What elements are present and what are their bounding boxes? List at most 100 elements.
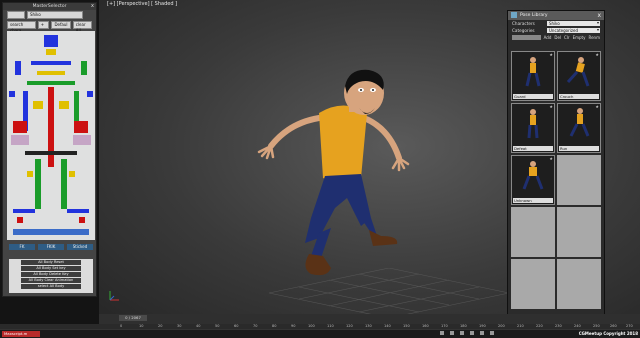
orbit-icon[interactable] [490, 331, 494, 335]
add-button[interactable]: + [37, 21, 50, 29]
tick-label: 240 [574, 324, 581, 328]
favorite-icon[interactable]: ★ [595, 104, 599, 109]
tick-label: 50 [215, 324, 220, 328]
play-icon[interactable] [440, 331, 444, 335]
tick-label: 200 [498, 324, 505, 328]
add-button[interactable]: Add [544, 35, 552, 40]
clear-all-button[interactable]: clear All [72, 21, 93, 33]
empty-pose-slot[interactable] [557, 155, 601, 205]
viewport-label[interactable]: [+] [Perspective] [ Shaded ] [107, 1, 177, 7]
favorite-icon[interactable]: ★ [595, 52, 599, 57]
tick-label: 170 [441, 324, 448, 328]
tick-label: 60 [234, 324, 239, 328]
categories-label: Categories [512, 28, 535, 33]
search-character-button[interactable]: search chara.. [7, 21, 36, 33]
favorite-icon[interactable]: ★ [549, 52, 553, 57]
tick-label: 150 [403, 324, 410, 328]
tick-label: 210 [517, 324, 524, 328]
pose-name: Run [559, 146, 599, 151]
tick-label: 90 [291, 324, 296, 328]
character-model[interactable] [249, 68, 419, 288]
tick-label: 0 [120, 324, 123, 328]
tick-label: 40 [196, 324, 201, 328]
pan-icon[interactable] [480, 331, 484, 335]
fk-ik-buttons: FK FKIK Sticked [9, 244, 93, 250]
tick-label: 260 [610, 324, 617, 328]
pose-figure-icon [527, 109, 539, 139]
default-button[interactable]: Defaul [51, 21, 71, 29]
tick-label: 10 [139, 324, 144, 328]
pose-thumb[interactable]: ★ Guard [511, 51, 555, 101]
pose-name: Unknown [513, 198, 553, 203]
pose-library-titlebar: Pose Library x [508, 11, 604, 20]
rig-picker-diagram[interactable] [7, 31, 95, 240]
tick-label: 250 [593, 324, 600, 328]
tick-label: 140 [384, 324, 391, 328]
fk-button[interactable]: FK [9, 244, 35, 250]
pose-grid: ★ Guard ★ Crouch ★ Defeat ★ Run ★ Unknow… [511, 51, 601, 309]
tick-label: 20 [158, 324, 163, 328]
playback-controls [440, 331, 494, 335]
zoom-icon[interactable] [470, 331, 474, 335]
reset-body-button[interactable]: All Body Reset [21, 260, 81, 265]
tick-label: 230 [555, 324, 562, 328]
stop-icon[interactable] [450, 331, 454, 335]
character-icon [7, 11, 25, 19]
pose-name: Crouch [559, 94, 599, 99]
sticked-button[interactable]: Sticked [67, 244, 93, 250]
tick-label: 220 [536, 324, 543, 328]
characters-label: Characters [512, 21, 535, 26]
clear-animation-button[interactable]: All Body Clear Animation [21, 278, 81, 283]
delete-button[interactable]: Del [554, 35, 561, 40]
body-actions-list: All Body Reset All Body Set key All Body… [9, 259, 93, 293]
tick-label: 30 [177, 324, 182, 328]
pose-figure-icon [566, 57, 590, 87]
categories-dropdown[interactable]: Uncategorized [547, 27, 600, 33]
set-key-button[interactable]: All Body Set key [21, 266, 81, 271]
empty-pose-slot[interactable] [511, 259, 555, 309]
tick-label: 110 [327, 324, 334, 328]
tick-label: 120 [346, 324, 353, 328]
pose-thumb[interactable]: ★ Defeat [511, 103, 555, 153]
favorite-icon[interactable]: ★ [549, 104, 553, 109]
select-all-body-button[interactable]: select All Body [21, 284, 81, 289]
pose-name: Guard [513, 94, 553, 99]
pose-figure-icon [569, 108, 590, 137]
pose-thumb[interactable]: ★ Crouch [557, 51, 601, 101]
pose-figure-icon [525, 57, 541, 87]
pose-name: Defeat [513, 146, 553, 151]
pose-thumb[interactable]: ★ Run [557, 103, 601, 153]
character-select[interactable]: Shiko [27, 11, 83, 19]
favorite-icon[interactable]: ★ [549, 156, 553, 161]
rig-picker-canvas[interactable] [7, 31, 95, 240]
app-logo-icon [511, 12, 517, 18]
pose-library-title: Pose Library [520, 13, 548, 18]
master-selector-title: MasterSelector [3, 3, 96, 10]
pose-figure-icon [522, 161, 544, 190]
tick-label: 70 [253, 324, 258, 328]
key-icon[interactable] [460, 331, 464, 335]
empty-pose-slot[interactable] [557, 207, 601, 257]
characters-dropdown[interactable]: Shiko [547, 20, 600, 26]
tick-label: 160 [422, 324, 429, 328]
empty-button[interactable]: Empty [573, 35, 586, 40]
pose-name-input[interactable] [512, 35, 541, 40]
tick-label: 270 [626, 324, 633, 328]
rename-button[interactable]: Renm [589, 35, 601, 40]
empty-pose-slot[interactable] [557, 259, 601, 309]
delete-key-button[interactable]: All Body Delete Key [21, 272, 81, 277]
tick-label: 180 [460, 324, 467, 328]
fkik-button[interactable]: FKIK [38, 244, 64, 250]
maxscript-listener[interactable]: Maxscript.m [2, 331, 40, 337]
tick-label: 100 [308, 324, 315, 328]
tick-label: 130 [365, 324, 372, 328]
tick-label: 80 [272, 324, 277, 328]
clear-button[interactable]: Clr [564, 35, 570, 40]
pose-library-panel: Pose Library x Characters Shiko Categori… [507, 10, 605, 326]
close-icon[interactable]: x [91, 3, 94, 9]
master-selector-panel: MasterSelector x Shiko search chara.. + … [2, 2, 97, 297]
time-slider[interactable]: 0 / 2067 [119, 315, 147, 321]
pose-thumb[interactable]: ★ Unknown [511, 155, 555, 205]
close-icon[interactable]: x [597, 11, 601, 20]
empty-pose-slot[interactable] [511, 207, 555, 257]
